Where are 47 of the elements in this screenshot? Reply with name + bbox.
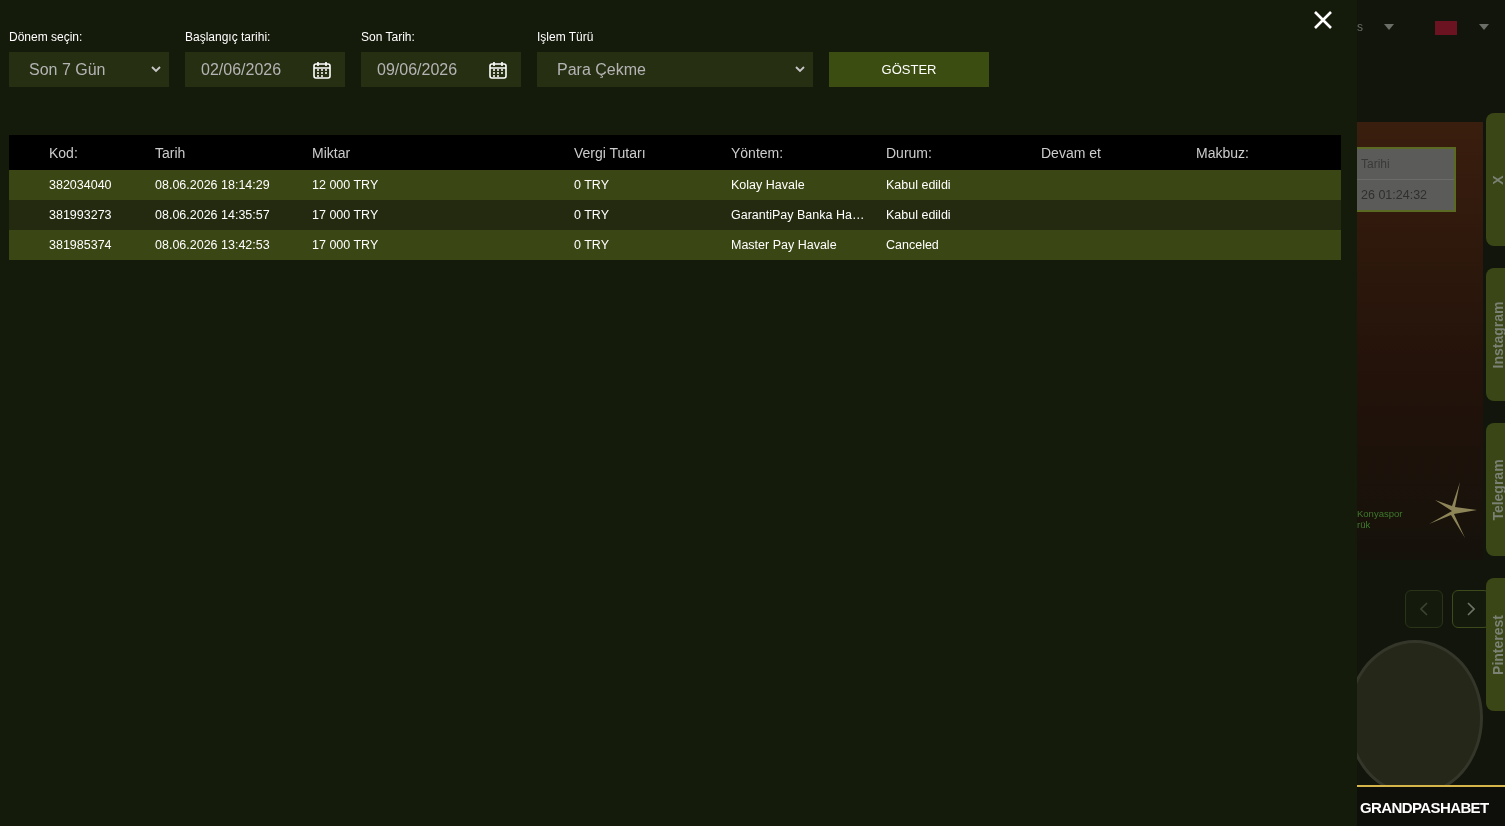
table-cell-text: 08.06.2026 18:14:29 [155, 178, 271, 192]
column-header: Tarih [155, 144, 187, 161]
table-cell-text: 08.06.2026 14:35:57 [155, 208, 271, 222]
table-cell-text: 0 TRY [574, 238, 610, 252]
table-cell-text: 17 000 TRY [312, 238, 380, 252]
filter-label: Dönem seçin: [9, 30, 84, 44]
column-header: Durum: [886, 144, 933, 161]
column-header: Yöntem: [731, 144, 785, 161]
table-cell-text: 17 000 TRY [312, 208, 380, 222]
calendar-icon[interactable] [313, 60, 331, 79]
table-cell-text: Master Pay Havale [731, 238, 838, 252]
table-cell-text: 0 TRY [574, 208, 610, 222]
table-cell-text: 08.06.2026 13:42:53 [155, 238, 271, 252]
table-cell-text: 382034040 [48, 178, 113, 192]
filter-label: Işlem Türü [537, 30, 595, 44]
date-field[interactable]: 09/06/2026 [361, 52, 521, 87]
table-cell-text: Kabul edildi [886, 178, 952, 192]
date-field[interactable]: 02/06/2026 [185, 52, 345, 87]
calendar-icon[interactable] [489, 60, 507, 79]
table-cell-text: Kabul edildi [886, 208, 952, 222]
table-cell-text: GarantiPay Banka Ha… [731, 208, 866, 222]
chevron-down-icon [795, 66, 805, 73]
support-button[interactable]: GRANDPASHABET [1357, 785, 1505, 826]
column-header: Kod: [48, 144, 79, 161]
caret-icon[interactable] [1479, 24, 1489, 30]
table-cell-text: 381993273 [48, 208, 113, 222]
table-cell-text: 381985374 [48, 238, 113, 252]
show-button[interactable]: GÖSTER [829, 52, 989, 87]
filter-label: Son Tarih: [361, 30, 416, 44]
team-name: rük [1357, 519, 1372, 530]
select-field[interactable]: Son 7 Gün [9, 52, 169, 87]
column-header: Makbuz: [1196, 144, 1250, 161]
column-header: Miktar [312, 144, 352, 161]
team-name: Konyaspor [1357, 508, 1403, 519]
table-cell-text: 0 TRY [574, 178, 610, 192]
table-cell-text: Kolay Havale [731, 178, 806, 192]
table-cell-text: 12 000 TRY [312, 178, 380, 192]
column-header: Vergi Tutarı [574, 144, 647, 161]
table-cell-text: Canceled [886, 238, 940, 252]
header-select-text[interactable]: s [1357, 20, 1363, 34]
column-header: Devam et [1041, 144, 1102, 161]
chevron-right-icon [1467, 602, 1475, 616]
select-field[interactable]: Para Çekme [537, 52, 813, 87]
chevron-left-icon [1420, 602, 1428, 616]
chevron-down-icon [151, 66, 161, 73]
filter-label: Başlangıç tarihi: [185, 30, 272, 44]
caret-icon[interactable] [1384, 24, 1394, 30]
